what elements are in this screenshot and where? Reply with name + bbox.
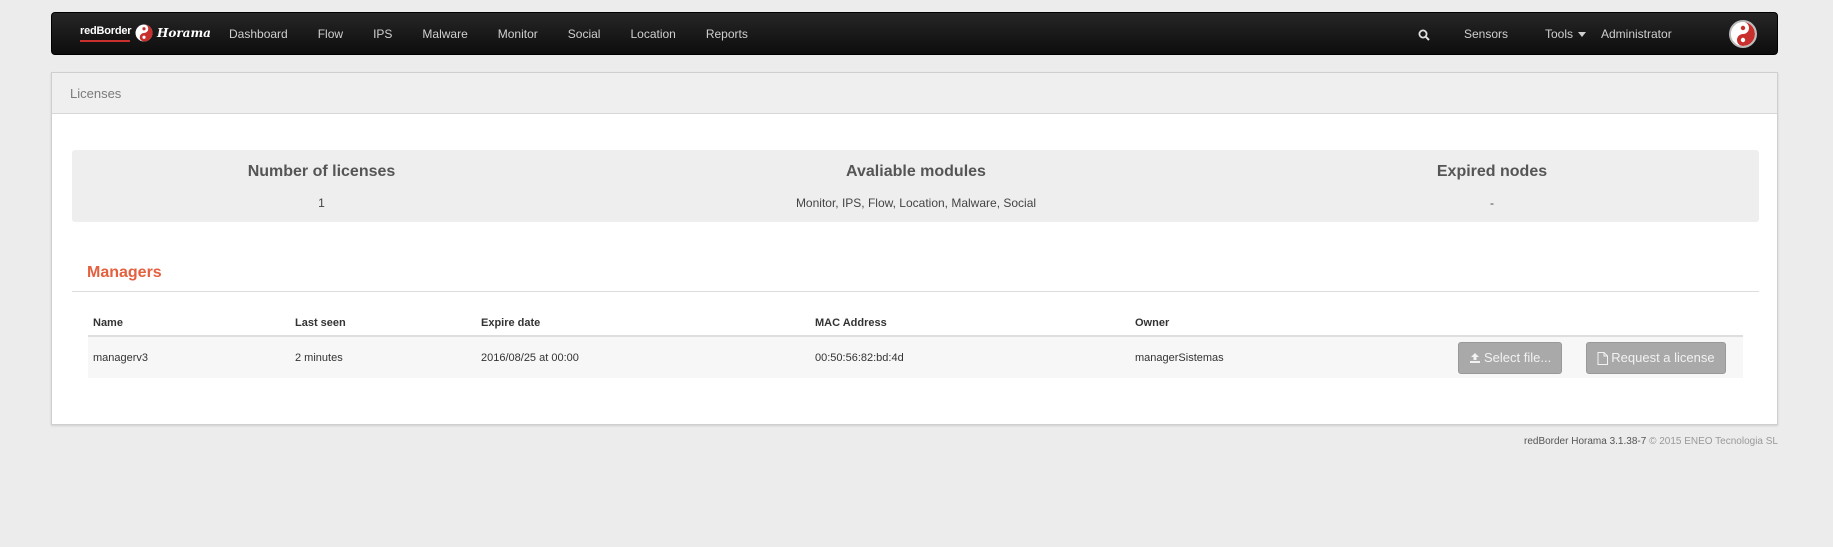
table-header-row: Name Last seen Expire date MAC Address O…: [88, 311, 1743, 337]
upload-icon: [1470, 353, 1480, 364]
nav-sensors[interactable]: Sensors: [1464, 13, 1508, 56]
col-owner: Owner: [1130, 311, 1448, 337]
footer-copyright: © 2015 ENEO Tecnologia SL: [1649, 436, 1778, 447]
table-row: managerv3 2 minutes 2016/08/25 at 00:00 …: [88, 336, 1743, 378]
footer: redBorder Horama 3.1.38-7 © 2015 ENEO Te…: [1524, 436, 1778, 447]
cell-mac: 00:50:56:82:bd:4d: [810, 336, 1130, 378]
license-summary: Number of licenses 1 Avaliable modules M…: [72, 150, 1759, 222]
avatar[interactable]: [1729, 20, 1757, 48]
search-icon: [1418, 29, 1430, 41]
col-last-seen: Last seen: [290, 311, 476, 337]
brand-mark-icon: [135, 24, 153, 42]
col-mac-address: MAC Address: [810, 311, 1130, 337]
file-icon: [1597, 351, 1609, 365]
managers-table: Name Last seen Expire date MAC Address O…: [88, 311, 1743, 378]
brand-horama-text: Horama: [157, 26, 211, 40]
managers-heading: Managers: [87, 264, 162, 281]
cell-expire-date: 2016/08/25 at 00:00: [476, 336, 810, 378]
select-file-label: Select file...: [1484, 349, 1552, 365]
nav-tools-label: Tools: [1545, 27, 1574, 41]
cell-name: managerv3: [88, 336, 290, 378]
licenses-label: Number of licenses: [247, 163, 396, 180]
col-expire-date: Expire date: [476, 311, 810, 337]
brand-redborder-text: redBorder: [80, 25, 132, 37]
licenses-panel: Licenses Number of licenses 1 Avaliable …: [51, 72, 1778, 425]
nav-social[interactable]: Social: [553, 13, 616, 56]
nav-tools[interactable]: Tools: [1545, 13, 1587, 56]
modules-label: Avaliable modules: [846, 163, 986, 180]
chevron-down-icon: [1578, 32, 1587, 38]
top-navbar: redBorder Horama Dashboard Flow IPS Malw…: [51, 12, 1778, 55]
main-nav: Dashboard Flow IPS Malware Monitor Socia…: [214, 13, 763, 56]
expired-label: Expired nodes: [1436, 163, 1548, 180]
col-name: Name: [88, 311, 290, 337]
nav-ips[interactable]: IPS: [358, 13, 407, 56]
brand-logo[interactable]: redBorder Horama: [80, 22, 215, 46]
cell-owner: managerSistemas: [1130, 336, 1448, 378]
col-actions: [1448, 311, 1743, 337]
footer-version: redBorder Horama 3.1.38-7: [1523, 436, 1647, 447]
nav-user[interactable]: Administrator: [1601, 13, 1672, 56]
panel-title: Licenses: [52, 73, 1777, 114]
nav-right: Sensors Tools Administrator: [1417, 13, 1777, 56]
modules-value: Monitor, IPS, Flow, Location, Malware, S…: [795, 196, 1037, 210]
nav-dashboard[interactable]: Dashboard: [214, 13, 303, 56]
request-license-button[interactable]: Request a license: [1586, 341, 1726, 374]
nav-flow[interactable]: Flow: [303, 13, 358, 56]
expired-value: -: [1490, 196, 1494, 210]
nav-monitor[interactable]: Monitor: [483, 13, 553, 56]
user-avatar-icon: [1731, 22, 1755, 46]
divider: [72, 291, 1759, 292]
cell-actions: Select file... Request a license: [1448, 336, 1743, 378]
licenses-value: 1: [318, 196, 325, 210]
nav-malware[interactable]: Malware: [407, 13, 482, 56]
select-file-button[interactable]: Select file...: [1458, 341, 1563, 374]
search-button[interactable]: [1418, 13, 1438, 56]
brand-underline: [80, 40, 130, 42]
request-license-label: Request a license: [1611, 349, 1715, 365]
nav-reports[interactable]: Reports: [691, 13, 763, 56]
nav-location[interactable]: Location: [615, 13, 690, 56]
cell-last-seen: 2 minutes: [290, 336, 476, 378]
